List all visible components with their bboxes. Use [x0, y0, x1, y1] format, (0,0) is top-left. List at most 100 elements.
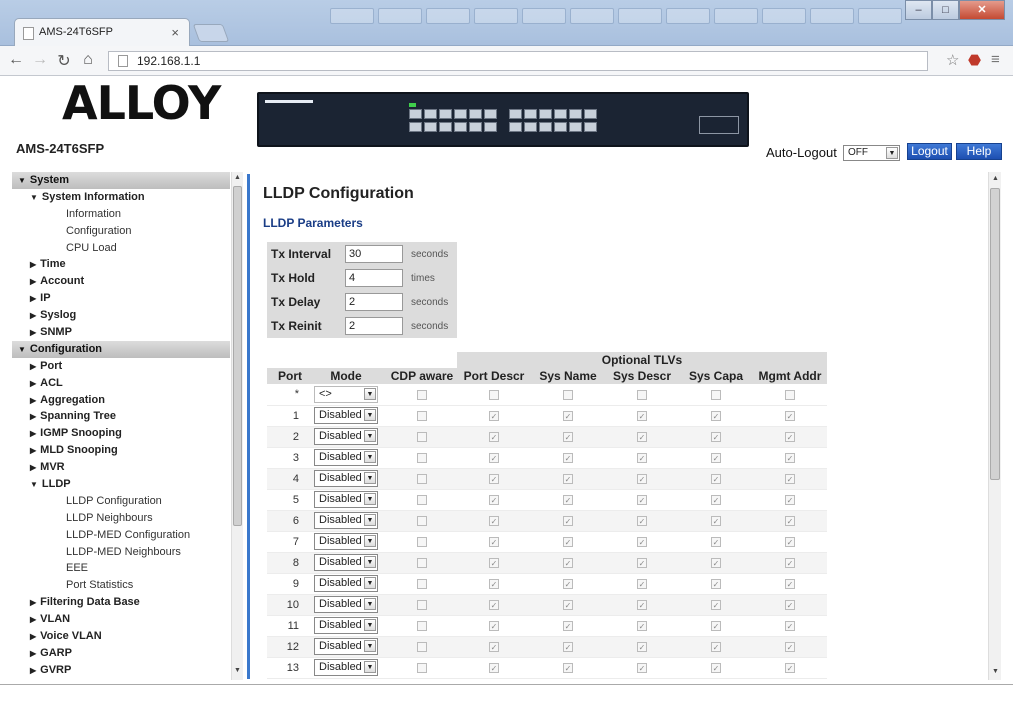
checkbox[interactable]	[417, 411, 427, 422]
checkbox[interactable]: ✓	[489, 621, 499, 632]
checkbox[interactable]: ✓	[711, 453, 721, 464]
checkbox[interactable]: ✓	[637, 516, 647, 527]
minimize-icon[interactable]: –	[905, 0, 932, 20]
checkbox[interactable]: ✓	[489, 474, 499, 485]
checkbox[interactable]: ✓	[785, 516, 795, 527]
sidebar-item[interactable]: LLDP-MED Neighbours	[12, 544, 230, 561]
sidebar-item[interactable]: LLDP-MED Configuration	[12, 527, 230, 544]
checkbox[interactable]: ✓	[711, 579, 721, 590]
checkbox[interactable]: ✓	[785, 600, 795, 611]
checkbox[interactable]: ✓	[637, 621, 647, 632]
checkbox[interactable]: ✓	[637, 537, 647, 548]
checkbox[interactable]: ✓	[637, 663, 647, 674]
sidebar-item[interactable]: EEE	[12, 560, 230, 577]
checkbox[interactable]: ✓	[711, 642, 721, 653]
checkbox[interactable]: ✓	[637, 558, 647, 569]
checkbox[interactable]	[417, 663, 427, 674]
checkbox[interactable]: ✓	[711, 621, 721, 632]
mode-select[interactable]: Disabled ▼	[314, 428, 378, 445]
checkbox[interactable]: ✓	[489, 579, 499, 590]
checkbox[interactable]	[417, 558, 427, 569]
sidebar-item[interactable]: LLDP Configuration	[12, 493, 230, 510]
sidebar-item[interactable]: ▶ Port	[12, 358, 230, 375]
mode-select[interactable]: Disabled ▼	[314, 554, 378, 571]
mode-select[interactable]: Disabled ▼	[314, 470, 378, 487]
checkbox[interactable]: ✓	[489, 537, 499, 548]
sidebar-item[interactable]: ▶ Time	[12, 256, 230, 273]
sidebar-item[interactable]: Information	[12, 206, 230, 223]
new-tab-button[interactable]	[192, 24, 230, 42]
checkbox[interactable]: ✓	[563, 558, 573, 569]
checkbox[interactable]	[417, 453, 427, 464]
sidebar-item[interactable]: ▶ GVRP	[12, 662, 230, 679]
reload-icon[interactable]: ↻	[54, 51, 74, 71]
checkbox[interactable]: ✓	[563, 432, 573, 443]
sidebar-item[interactable]: ▶ GARP	[12, 645, 230, 662]
checkbox[interactable]: ✓	[785, 558, 795, 569]
sidebar-item[interactable]: ▼ LLDP	[12, 476, 230, 493]
checkbox[interactable]: ✓	[489, 663, 499, 674]
mode-select[interactable]: Disabled ▼	[314, 638, 378, 655]
checkbox[interactable]: ✓	[563, 537, 573, 548]
checkbox[interactable]: ✓	[563, 579, 573, 590]
extension-icon[interactable]: ⬣	[968, 51, 981, 69]
sidebar-item[interactable]: ▶ IP	[12, 290, 230, 307]
sidebar-item[interactable]: ▶ Syslog	[12, 307, 230, 324]
sidebar-item[interactable]: ▶ VLAN	[12, 611, 230, 628]
param-input[interactable]: 4	[345, 269, 403, 287]
maximize-icon[interactable]: □	[932, 0, 959, 20]
logout-button[interactable]: Logout	[907, 143, 952, 160]
checkbox[interactable]: ✓	[489, 495, 499, 506]
checkbox[interactable]	[417, 495, 427, 506]
checkbox[interactable]: ✓	[637, 453, 647, 464]
param-input[interactable]: 2	[345, 293, 403, 311]
address-bar[interactable]: 192.168.1.1	[108, 51, 928, 71]
mode-select[interactable]: Disabled ▼	[314, 596, 378, 613]
checkbox[interactable]	[417, 537, 427, 548]
sidebar-scrollbar[interactable]: ▲ ▼	[231, 172, 243, 680]
checkbox[interactable]: ✓	[637, 411, 647, 422]
checkbox[interactable]: ✓	[785, 474, 795, 485]
checkbox[interactable]: ✓	[785, 642, 795, 653]
checkbox[interactable]: ✓	[711, 600, 721, 611]
checkbox[interactable]: ✓	[785, 432, 795, 443]
checkbox[interactable]: ✓	[563, 642, 573, 653]
bookmark-star-icon[interactable]: ☆	[946, 51, 959, 69]
mode-select[interactable]: Disabled ▼	[314, 617, 378, 634]
auto-logout-select[interactable]: OFF ▼	[843, 145, 900, 161]
sidebar-item[interactable]: ▶ MVR	[12, 459, 230, 476]
checkbox[interactable]: ✓	[711, 432, 721, 443]
checkbox[interactable]: ✓	[785, 537, 795, 548]
checkbox[interactable]: ✓	[637, 432, 647, 443]
checkbox[interactable]: ✓	[637, 474, 647, 485]
close-tab-icon[interactable]: ×	[171, 25, 179, 40]
checkbox[interactable]: ✓	[489, 432, 499, 443]
checkbox[interactable]: ✓	[785, 663, 795, 674]
mode-select[interactable]: Disabled ▼	[314, 533, 378, 550]
checkbox[interactable]: ✓	[489, 600, 499, 611]
help-button[interactable]: Help	[956, 143, 1002, 160]
checkbox[interactable]: ✓	[637, 642, 647, 653]
sidebar-item[interactable]: ▶ MLD Snooping	[12, 442, 230, 459]
sidebar-item[interactable]: ▼ System	[12, 172, 230, 189]
sidebar-item[interactable]: ▶ SNMP	[12, 324, 230, 341]
checkbox[interactable]	[417, 390, 427, 401]
sidebar-item[interactable]: ▼ System Information	[12, 189, 230, 206]
checkbox[interactable]: ✓	[711, 474, 721, 485]
checkbox[interactable]: ✓	[711, 495, 721, 506]
sidebar-item[interactable]: CPU Load	[12, 240, 230, 257]
checkbox[interactable]: ✓	[563, 411, 573, 422]
checkbox[interactable]	[417, 600, 427, 611]
checkbox[interactable]: ✓	[711, 537, 721, 548]
checkbox[interactable]: ✓	[637, 495, 647, 506]
checkbox[interactable]: ✓	[711, 558, 721, 569]
sidebar-item[interactable]: ▶ Aggregation	[12, 392, 230, 409]
checkbox[interactable]	[563, 390, 573, 401]
sidebar-item[interactable]: ▶ Spanning Tree	[12, 408, 230, 425]
checkbox[interactable]: ✓	[711, 663, 721, 674]
checkbox[interactable]: ✓	[563, 516, 573, 527]
forward-arrow-icon[interactable]: →	[30, 51, 50, 69]
checkbox[interactable]: ✓	[785, 453, 795, 464]
checkbox[interactable]: ✓	[711, 516, 721, 527]
mode-select[interactable]: Disabled ▼	[314, 407, 378, 424]
